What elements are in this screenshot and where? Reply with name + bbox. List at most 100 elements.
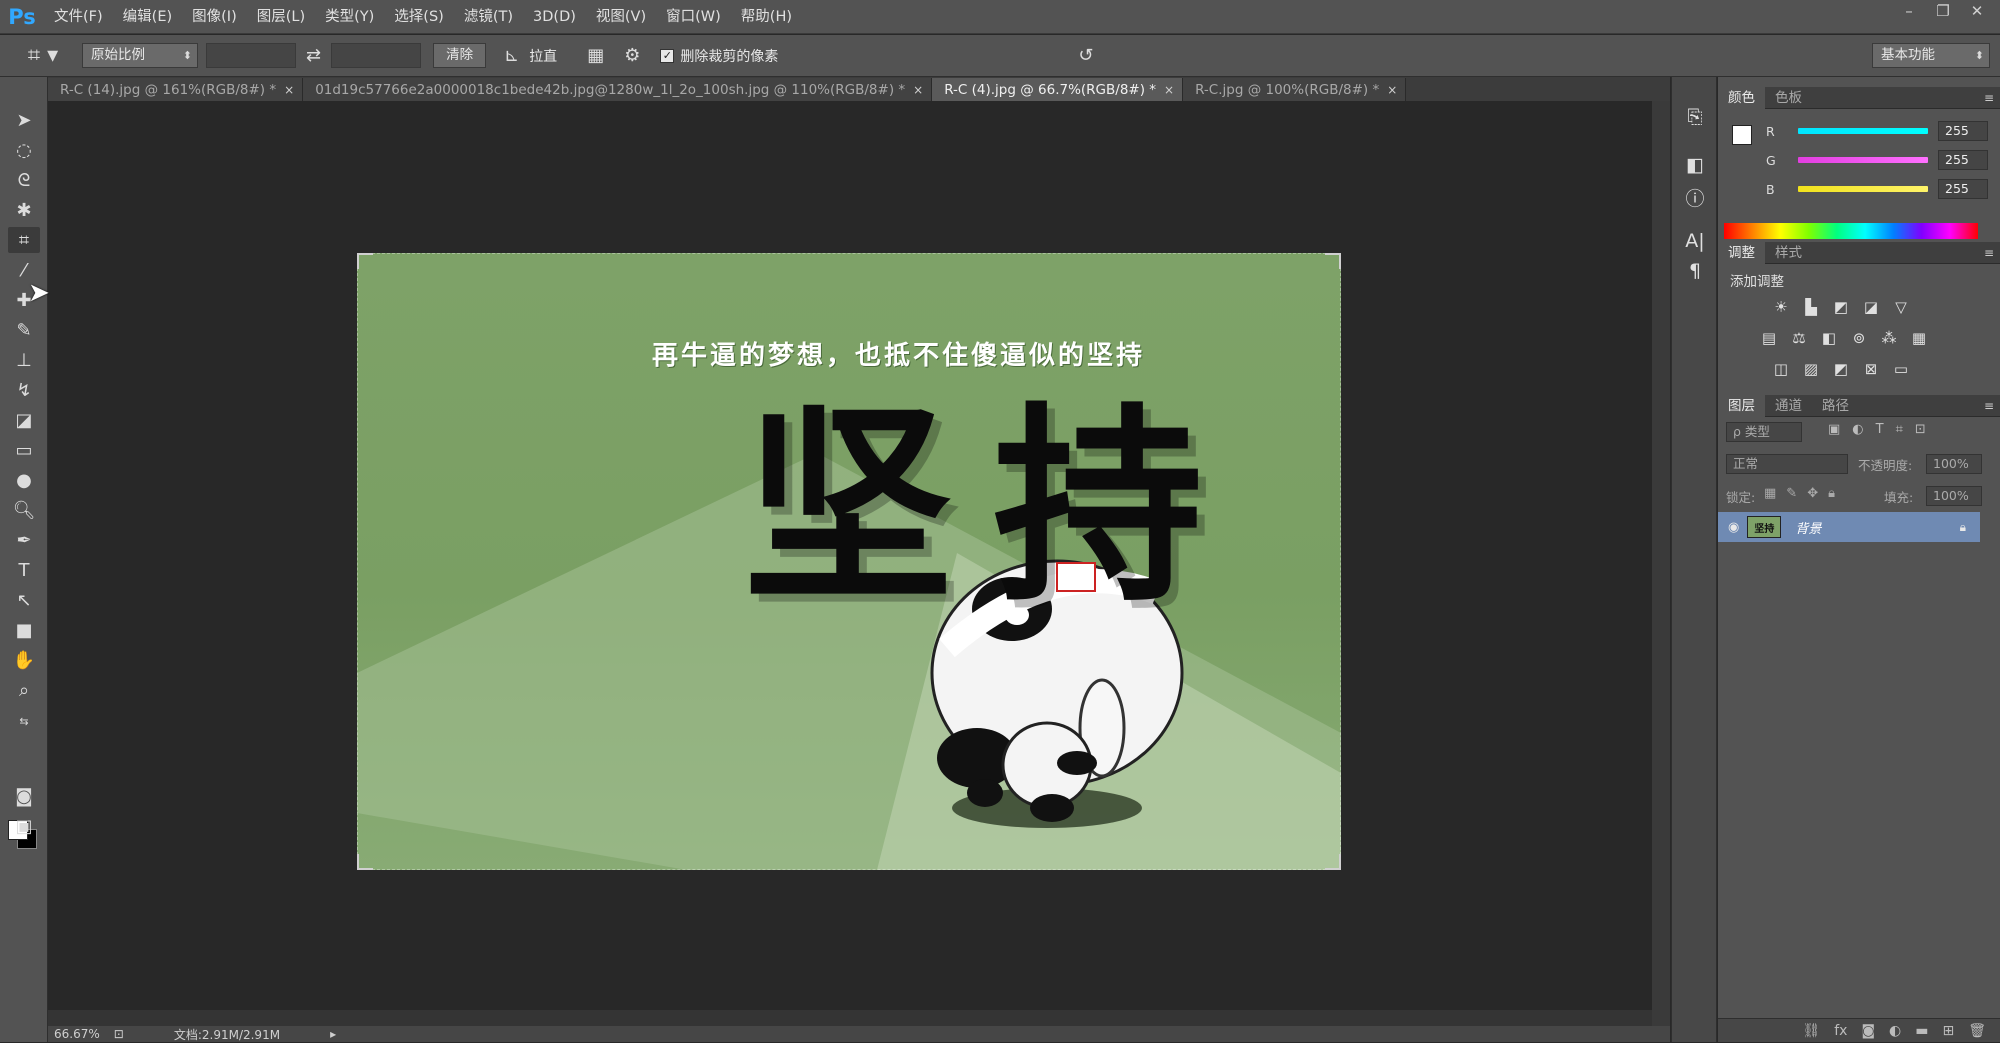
menu-help[interactable]: 帮助(H) xyxy=(731,0,802,34)
slider-b[interactable]: B 255 xyxy=(1766,179,1988,199)
zoom-level[interactable]: 66.67% xyxy=(54,1027,100,1041)
posterize-icon[interactable]: ▨ xyxy=(1800,358,1822,380)
panel-menu-icon[interactable]: ≡ xyxy=(1984,399,1994,413)
swap-colors-icon[interactable]: ⇆ xyxy=(8,713,40,729)
photo-filter-icon[interactable]: ⊚ xyxy=(1848,327,1870,349)
tab-adjustments[interactable]: 调整 xyxy=(1718,241,1765,264)
vibrance-icon[interactable]: ▽ xyxy=(1890,296,1912,318)
exposure-icon[interactable]: ◪ xyxy=(1860,296,1882,318)
b-value-input[interactable]: 255 xyxy=(1938,179,1988,199)
black-white-icon[interactable]: ◧ xyxy=(1818,327,1840,349)
width-input[interactable] xyxy=(206,43,296,68)
zoom-tool-icon[interactable]: ⌕ xyxy=(8,677,40,703)
tab-01d19c[interactable]: 01d19c57766e2a0000018c1bede42b.jpg@1280w… xyxy=(303,78,933,101)
layer-style-fx-icon[interactable]: fx xyxy=(1834,1023,1847,1039)
crop-tool-icon[interactable]: ⌗ xyxy=(8,227,40,253)
clone-stamp-tool-icon[interactable]: ⊥ xyxy=(8,347,40,373)
color-balance-icon[interactable]: ⚖ xyxy=(1788,327,1810,349)
filter-adjustment-icon[interactable]: ◐ xyxy=(1852,422,1863,437)
screen-mode-icon[interactable]: ▣ xyxy=(8,813,40,839)
crop-tool-preset-icon[interactable]: ⌗ ▾ xyxy=(18,38,68,74)
ratio-select[interactable]: 原始比例 xyxy=(82,43,198,68)
magic-wand-tool-icon[interactable]: ✱ xyxy=(8,197,40,223)
link-layers-icon[interactable]: ⛓ xyxy=(1802,1023,1820,1039)
filter-shape-icon[interactable]: ⌗ xyxy=(1896,422,1903,437)
tab-channels[interactable]: 通道 xyxy=(1765,395,1812,417)
delete-pixels-option[interactable]: ✓ 删除裁剪的像素 xyxy=(660,46,778,66)
tab-rc14[interactable]: R-C (14).jpg @ 161%(RGB/8#) * × xyxy=(48,78,304,101)
tab-close-icon[interactable]: × xyxy=(284,83,294,97)
tab-layers[interactable]: 图层 xyxy=(1718,394,1765,417)
layer-filter-select[interactable]: ρ 类型 xyxy=(1726,422,1802,442)
properties-panel-icon[interactable]: ◧ xyxy=(1680,151,1710,179)
pen-tool-icon[interactable]: ✒ xyxy=(8,527,40,553)
g-value-input[interactable]: 255 xyxy=(1938,150,1988,170)
marquee-tool-icon[interactable]: ◌ xyxy=(8,137,40,163)
menu-edit[interactable]: 编辑(E) xyxy=(113,0,182,34)
menu-type[interactable]: 类型(Y) xyxy=(315,0,384,34)
opacity-input[interactable]: 100% xyxy=(1926,454,1982,474)
reset-icon[interactable]: ↺ xyxy=(1068,45,1103,66)
close-button[interactable]: ✕ xyxy=(1960,0,1994,22)
slider-track-g[interactable] xyxy=(1798,157,1928,163)
new-group-icon[interactable]: ▬ xyxy=(1915,1023,1928,1039)
new-layer-icon[interactable]: ⊞ xyxy=(1942,1023,1954,1039)
lock-position-icon[interactable]: ✥ xyxy=(1807,486,1818,501)
levels-icon[interactable]: ▙ xyxy=(1800,296,1822,318)
restore-button[interactable]: ❐ xyxy=(1926,0,1960,22)
quick-mask-icon[interactable]: ◙ xyxy=(8,783,40,809)
blur-tool-icon[interactable]: ● xyxy=(8,467,40,493)
menu-view[interactable]: 视图(V) xyxy=(586,0,656,34)
r-value-input[interactable]: 255 xyxy=(1938,121,1988,141)
workspace-select[interactable]: 基本功能 xyxy=(1872,43,1990,68)
hue-saturation-icon[interactable]: ▤ xyxy=(1758,327,1780,349)
gradient-tool-icon[interactable]: ▭ xyxy=(8,437,40,463)
status-menu-arrow[interactable]: ▸ xyxy=(330,1027,336,1041)
straighten-label[interactable]: 拉直 xyxy=(529,46,557,66)
menu-select[interactable]: 选择(S) xyxy=(384,0,454,34)
paragraph-panel-icon[interactable]: ¶ xyxy=(1680,257,1710,285)
lock-pixels-icon[interactable]: ✎ xyxy=(1786,486,1797,501)
delete-layer-icon[interactable]: 🗑︎ xyxy=(1968,1023,1986,1039)
tab-paths[interactable]: 路径 xyxy=(1812,395,1859,417)
tab-close-icon[interactable]: × xyxy=(913,83,923,97)
minimize-button[interactable]: – xyxy=(1892,0,1926,22)
brush-tool-icon[interactable]: ✎ xyxy=(8,317,40,343)
status-info-icon[interactable]: ⊡ xyxy=(114,1027,124,1041)
tab-color[interactable]: 颜色 xyxy=(1718,86,1765,109)
panel-menu-icon[interactable]: ≡ xyxy=(1984,246,1994,260)
crop-frame[interactable] xyxy=(357,253,1341,870)
add-mask-icon[interactable]: ◙ xyxy=(1861,1023,1875,1039)
brightness-icon[interactable]: ☀ xyxy=(1770,296,1792,318)
history-brush-tool-icon[interactable]: ↯ xyxy=(8,377,40,403)
slider-track-r[interactable] xyxy=(1798,128,1928,134)
delete-pixels-checkbox[interactable]: ✓ xyxy=(660,48,675,63)
channel-mixer-icon[interactable]: ⁂ xyxy=(1878,327,1900,349)
menu-layer[interactable]: 图层(L) xyxy=(247,0,315,34)
eraser-tool-icon[interactable]: ◪ xyxy=(8,407,40,433)
history-panel-icon[interactable]: ⎘ xyxy=(1680,103,1710,131)
curves-icon[interactable]: ◩ xyxy=(1830,296,1852,318)
menu-file[interactable]: 文件(F) xyxy=(44,0,113,34)
layer-row-background[interactable]: ◉ 坚持 背景 🔒︎ xyxy=(1718,512,1980,542)
tab-styles[interactable]: 样式 xyxy=(1765,242,1812,264)
clear-button[interactable]: 清除 xyxy=(433,43,487,68)
horizontal-scrollbar[interactable] xyxy=(48,1010,1652,1026)
blend-mode-select[interactable]: 正常 xyxy=(1726,454,1848,474)
hand-tool-icon[interactable]: ✋ xyxy=(8,647,40,673)
tab-close-icon[interactable]: × xyxy=(1387,83,1397,97)
filter-smart-icon[interactable]: ⊡ xyxy=(1915,422,1926,437)
path-selection-tool-icon[interactable]: ↖ xyxy=(8,587,40,613)
crop-handle-bottom-left[interactable] xyxy=(357,854,373,870)
tab-rc4[interactable]: R-C (4).jpg @ 66.7%(RGB/8#) * × xyxy=(932,78,1184,101)
color-spectrum-bar[interactable] xyxy=(1724,223,1978,239)
selective-color-icon[interactable]: ⊠ xyxy=(1860,358,1882,380)
crop-handle-top-left[interactable] xyxy=(357,253,373,269)
menu-filter[interactable]: 滤镜(T) xyxy=(454,0,523,34)
layer-name[interactable]: 背景 xyxy=(1795,518,1821,537)
invert-icon[interactable]: ◫ xyxy=(1770,358,1792,380)
swap-icon[interactable]: ⇄ xyxy=(296,45,331,66)
tab-swatches[interactable]: 色板 xyxy=(1765,87,1812,109)
slider-g[interactable]: G 255 xyxy=(1766,150,1988,170)
vertical-scrollbar[interactable] xyxy=(1652,101,1670,1027)
